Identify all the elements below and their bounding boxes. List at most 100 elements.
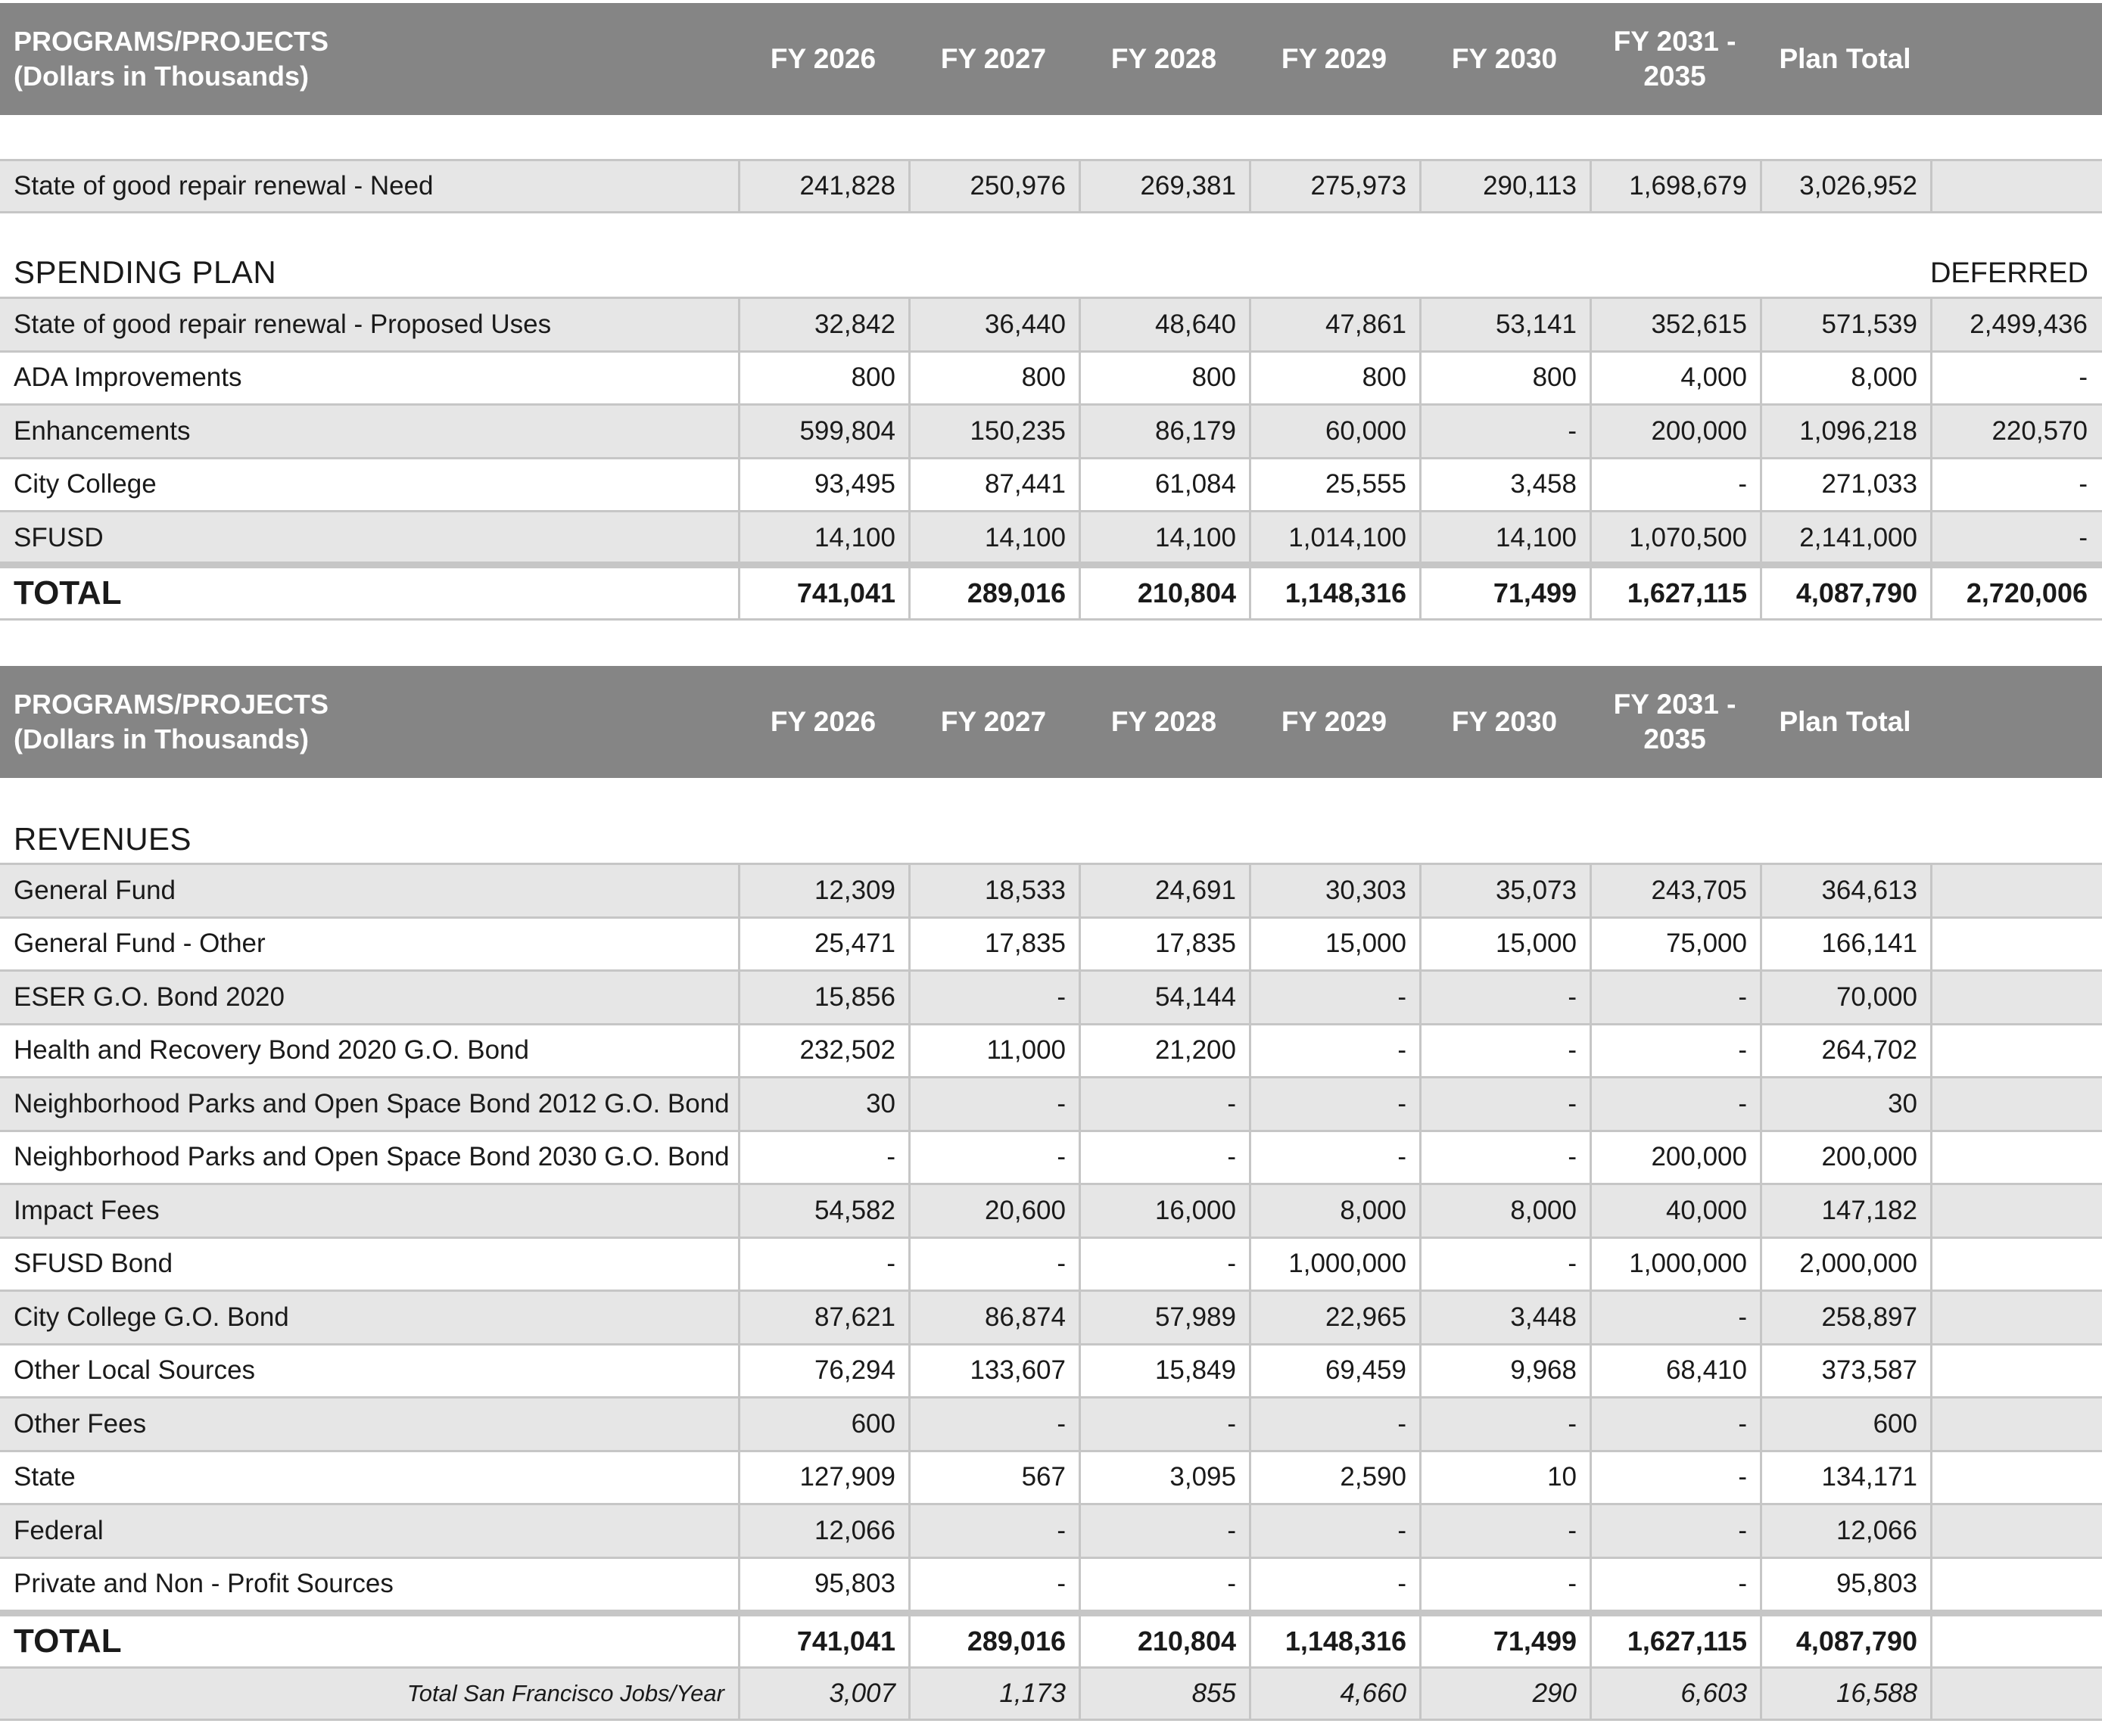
row-cell: - — [1079, 1558, 1249, 1610]
spending-total-row-cell: 2,720,006 — [1930, 568, 2100, 618]
row-label: Enhancements — [14, 415, 191, 446]
row-cell: 47,861 — [1249, 299, 1419, 350]
row-cell: 15,000 — [1419, 918, 1590, 969]
need-label: State of good repair renewal - Need — [14, 171, 434, 201]
revenue-total-row-cell: 71,499 — [1419, 1616, 1590, 1666]
table-row: Enhancements 599,804 150,235 86,179 60,000-2… — [0, 403, 2102, 457]
header-col-fy2031-2035: FY 2031 - 2035 — [1590, 666, 1760, 778]
need-cell: 1,698,679 — [1590, 161, 1760, 211]
row-cell: - — [1419, 1558, 1590, 1610]
revenue-total-row-cell: 289,016 — [908, 1616, 1079, 1666]
row-cell: - — [1419, 1398, 1590, 1450]
header-fy2031-line1: FY 2031 - — [1613, 26, 1736, 57]
row-cell: - — [1079, 1505, 1249, 1557]
row-cell — [1930, 1292, 2100, 1343]
row-cell — [1930, 865, 2100, 916]
row-cell: - — [1930, 459, 2100, 510]
need-cell — [1930, 161, 2100, 211]
row-cell: 600 — [1760, 1398, 1930, 1450]
row-cell: 17,835 — [908, 918, 1079, 969]
row-cell: 15,856 — [738, 972, 908, 1023]
row-cell: 134,171 — [1760, 1451, 1930, 1503]
row-cell: - — [738, 1238, 908, 1290]
row-cell: - — [1079, 1398, 1249, 1450]
revenue-total-row-cell: 210,804 — [1079, 1616, 1249, 1666]
row-cell — [1930, 1451, 2100, 1503]
row-label: SFUSD Bond — [14, 1249, 173, 1279]
row-cell: - — [1590, 1451, 1760, 1503]
row-label: Neighborhood Parks and Open Space Bond 2… — [14, 1142, 730, 1172]
row-cell: - — [908, 1131, 1079, 1183]
header-label: PROGRAMS/PROJECTS (Dollars in Thousands) — [0, 3, 738, 115]
row-cell: 14,100 — [738, 512, 908, 564]
row-cell: 8,000 — [1760, 352, 1930, 403]
revenue-total-row-cell: 4,087,790 — [1760, 1616, 1930, 1666]
row-cell — [1930, 1345, 2100, 1396]
row-cell: 57,989 — [1079, 1292, 1249, 1343]
header-col-plan-total: Plan Total — [1779, 706, 1911, 737]
row-cell: - — [1249, 1131, 1419, 1183]
row-cell: - — [908, 972, 1079, 1023]
jobs-row-cell: 3,007 — [738, 1669, 908, 1719]
row-cell: 17,835 — [1079, 918, 1249, 969]
table-row: City College 93,495 87,441 61,084 25,555 3,45… — [0, 456, 2102, 510]
row-cell: - — [908, 1238, 1079, 1290]
row-cell: 200,000 — [1590, 406, 1760, 457]
row-cell: - — [1249, 1505, 1419, 1557]
row-cell: 599,804 — [738, 406, 908, 457]
row-cell: 2,000,000 — [1760, 1238, 1930, 1290]
revenue-total-row-label: TOTAL — [14, 1622, 122, 1660]
row-cell: 3,095 — [1079, 1451, 1249, 1503]
spending-total-row-cell: 289,016 — [908, 568, 1079, 618]
row-cell: 243,705 — [1590, 865, 1760, 916]
row-cell: - — [1419, 406, 1590, 457]
row-cell: - — [1590, 1558, 1760, 1610]
table-row: SFUSD Bond - - -1,000,000-1,000,000 2,000,00… — [0, 1236, 2102, 1290]
header-col-fy2029: FY 2029 — [1281, 43, 1387, 74]
row-cell: 14,100 — [1419, 512, 1590, 564]
header-fy2031-line2: 2035 — [1643, 61, 1706, 92]
table-row: Other Fees 600- - - - -600 — [0, 1396, 2102, 1450]
row-cell — [1930, 1131, 2100, 1183]
row-cell — [1930, 1025, 2100, 1076]
row-cell: - — [1590, 459, 1760, 510]
row-cell: 61,084 — [1079, 459, 1249, 510]
row-cell: - — [908, 1505, 1079, 1557]
table-row: State of good repair renewal - Proposed … — [0, 297, 2102, 350]
row-cell — [1930, 1238, 2100, 1290]
row-cell: 200,000 — [1760, 1131, 1930, 1183]
row-cell: 14,100 — [1079, 512, 1249, 564]
row-cell: 60,000 — [1249, 406, 1419, 457]
header-label-line1: PROGRAMS/PROJECTS — [14, 689, 329, 720]
row-cell: 1,014,100 — [1249, 512, 1419, 564]
row-cell: 70,000 — [1760, 972, 1930, 1023]
row-cell: 30,303 — [1249, 865, 1419, 916]
row-cell — [1930, 1558, 2100, 1610]
row-cell: 20,600 — [908, 1185, 1079, 1237]
row-cell: - — [1930, 512, 2100, 564]
table-header-2: PROGRAMS/PROJECTS (Dollars in Thousands)… — [0, 666, 2102, 778]
row-label: General Fund - Other — [14, 929, 266, 959]
revenue-total-row-cell: 1,148,316 — [1249, 1616, 1419, 1666]
spending-total-row-cell: 4,087,790 — [1760, 568, 1930, 618]
header-label: PROGRAMS/PROJECTS (Dollars in Thousands) — [0, 666, 738, 778]
revenue-total-row-cell: 1,627,115 — [1590, 1616, 1760, 1666]
need-cell: 275,973 — [1249, 161, 1419, 211]
row-cell: 800 — [908, 352, 1079, 403]
row-cell: 8,000 — [1419, 1185, 1590, 1237]
row-cell: 147,182 — [1760, 1185, 1930, 1237]
header-col-fy2027: FY 2027 — [940, 43, 1047, 74]
row-cell: 264,702 — [1760, 1025, 1930, 1076]
row-cell: 30 — [738, 1078, 908, 1130]
row-cell: 150,235 — [908, 406, 1079, 457]
header-label-line2: (Dollars in Thousands) — [14, 723, 310, 754]
row-cell: 14,100 — [908, 512, 1079, 564]
row-cell: 35,073 — [1419, 865, 1590, 916]
row-cell: 800 — [738, 352, 908, 403]
header-col-fy2030: FY 2030 — [1451, 43, 1558, 74]
row-cell: 271,033 — [1760, 459, 1930, 510]
row-cell: 18,533 — [908, 865, 1079, 916]
row-cell: - — [1419, 1078, 1590, 1130]
row-label: Private and Non - Profit Sources — [14, 1569, 394, 1599]
row-cell: - — [1590, 1505, 1760, 1557]
